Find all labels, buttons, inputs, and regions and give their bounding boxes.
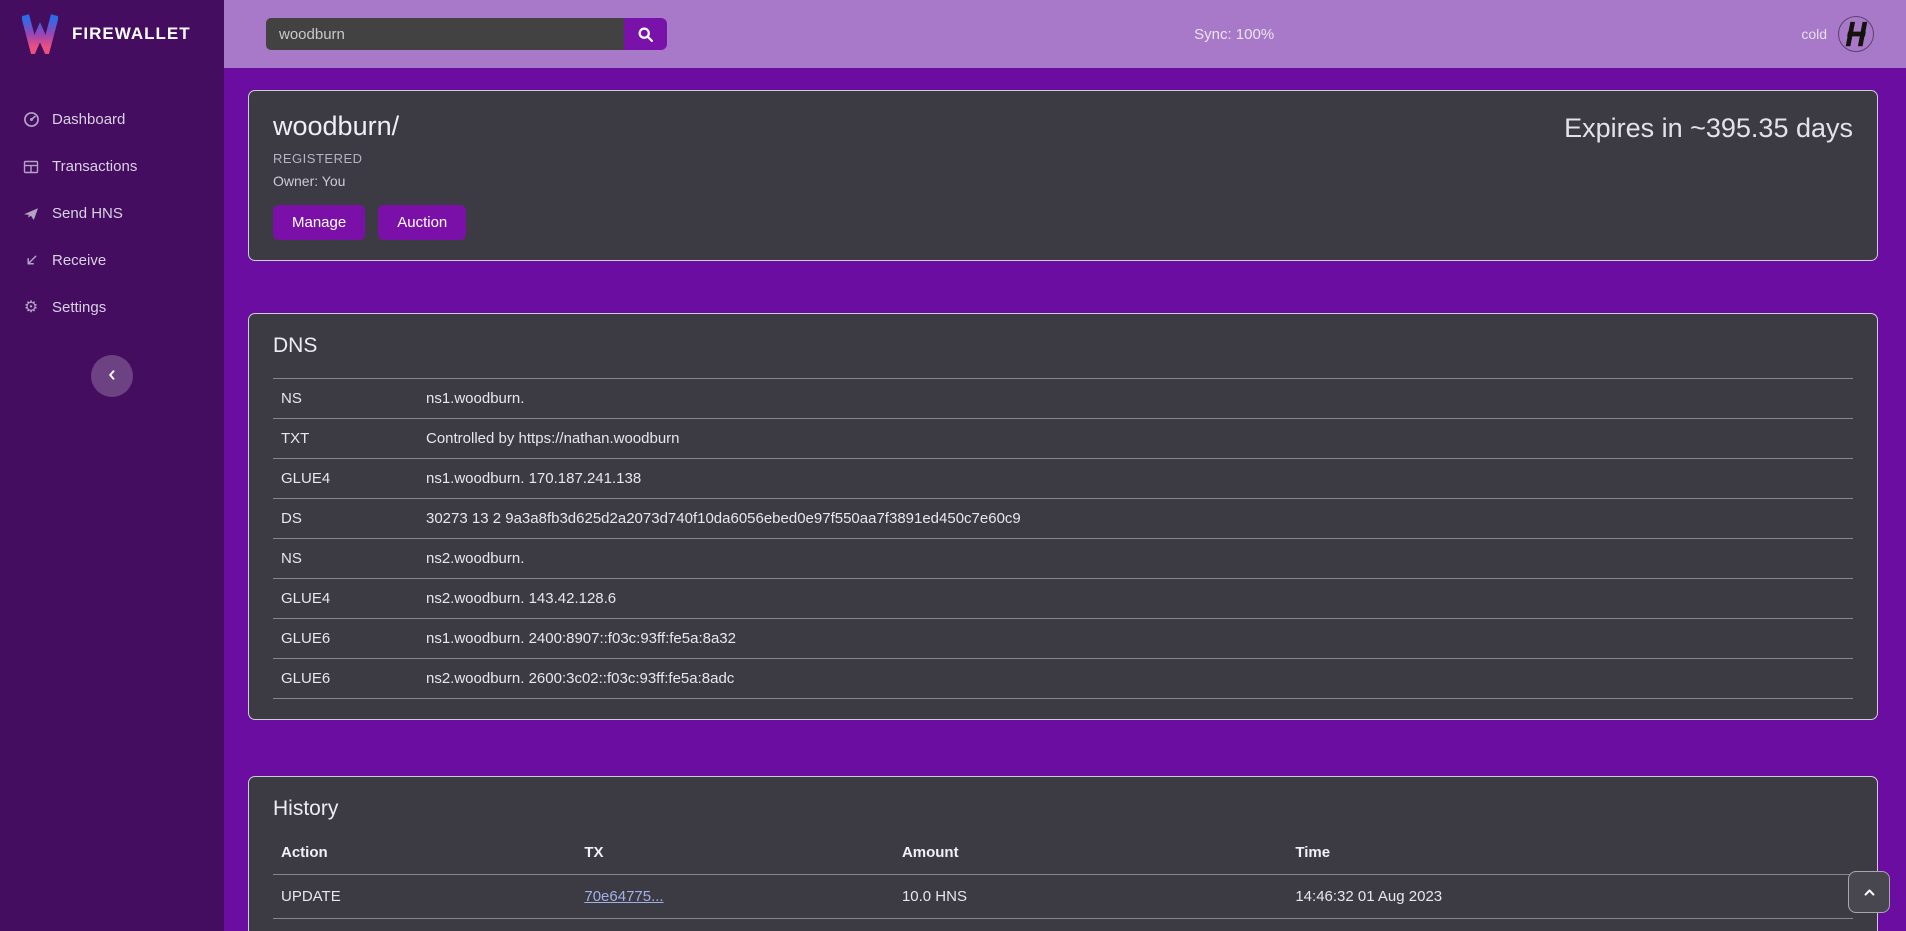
dns-table: NS ns1.woodburn. TXT Controlled by https… xyxy=(273,378,1853,699)
history-amount: 10.0 HNS xyxy=(894,919,1287,931)
sync-status: Sync: 100% xyxy=(667,26,1801,43)
dns-record-type: DS xyxy=(273,499,418,539)
dns-record-row: NS ns1.woodburn. xyxy=(273,379,1853,419)
dns-record-type: GLUE6 xyxy=(273,619,418,659)
dns-record-value: ns2.woodburn. 2600:3c02::f03c:93ff:fe5a:… xyxy=(418,659,1853,699)
dns-record-row: DS 30273 13 2 9a3a8fb3d625d2a2073d740f10… xyxy=(273,499,1853,539)
dns-record-row: GLUE4 ns1.woodburn. 170.187.241.138 xyxy=(273,459,1853,499)
dns-record-row: GLUE4 ns2.woodburn. 143.42.128.6 xyxy=(273,579,1853,619)
sidebar-item-transactions[interactable]: Transactions xyxy=(0,143,224,190)
dns-record-value: ns1.woodburn. xyxy=(418,379,1853,419)
app-title: FIREWALLET xyxy=(72,24,191,44)
wallet-group[interactable]: cold xyxy=(1801,16,1888,52)
history-time: 15:45:06 07 Jul 2023 xyxy=(1287,919,1853,931)
dns-record-type: TXT xyxy=(273,419,418,459)
topbar: Sync: 100% cold xyxy=(224,0,1906,68)
wallet-name: cold xyxy=(1801,26,1827,42)
search-group xyxy=(266,18,667,50)
sidebar-item-label: Dashboard xyxy=(52,111,125,128)
sidebar-item-receive[interactable]: Receive xyxy=(0,237,224,284)
dns-record-value: ns2.woodburn. 143.42.128.6 xyxy=(418,579,1853,619)
sidebar-item-label: Settings xyxy=(52,299,106,316)
main-area: Sync: 100% cold w xyxy=(224,0,1906,931)
dns-title: DNS xyxy=(273,334,1853,358)
domain-actions: Manage Auction xyxy=(273,205,466,240)
dns-record-row: GLUE6 ns2.woodburn. 2600:3c02::f03c:93ff… xyxy=(273,659,1853,699)
history-header-row: Action TX Amount Time xyxy=(273,835,1853,875)
history-row: UPDATE 70e64775... 10.0 HNS 14:46:32 01 … xyxy=(273,875,1853,919)
dns-record-value: ns1.woodburn. 2400:8907::f03c:93ff:fe5a:… xyxy=(418,619,1853,659)
manage-button[interactable]: Manage xyxy=(273,205,365,240)
content: woodburn/ REGISTERED Owner: You Manage A… xyxy=(224,68,1906,931)
dns-record-row: GLUE6 ns1.woodburn. 2400:8907::f03c:93ff… xyxy=(273,619,1853,659)
history-col-amount: Amount xyxy=(894,835,1287,875)
history-action: UPDATE xyxy=(273,875,576,919)
app-logo: FIREWALLET xyxy=(0,0,224,68)
domain-card: woodburn/ REGISTERED Owner: You Manage A… xyxy=(248,90,1878,261)
search-icon xyxy=(637,26,654,43)
sidebar-collapse-button[interactable] xyxy=(91,355,133,397)
dns-record-value: 30273 13 2 9a3a8fb3d625d2a2073d740f10da6… xyxy=(418,499,1853,539)
search-button[interactable] xyxy=(624,18,667,50)
scroll-top-button[interactable] xyxy=(1848,871,1890,913)
receive-icon xyxy=(22,253,40,268)
dns-record-type: GLUE4 xyxy=(273,579,418,619)
history-amount: 10.0 HNS xyxy=(894,875,1287,919)
chevron-left-icon xyxy=(106,369,118,384)
dns-record-row: TXT Controlled by https://nathan.woodbur… xyxy=(273,419,1853,459)
dns-record-value: ns2.woodburn. xyxy=(418,539,1853,579)
history-col-tx: TX xyxy=(576,835,894,875)
domain-info: woodburn/ REGISTERED Owner: You Manage A… xyxy=(273,111,466,240)
sidebar-item-label: Transactions xyxy=(52,158,137,175)
search-input[interactable] xyxy=(266,18,624,50)
dns-record-value: ns1.woodburn. 170.187.241.138 xyxy=(418,459,1853,499)
history-col-action: Action xyxy=(273,835,576,875)
gauge-icon xyxy=(22,111,40,128)
sidebar: FIREWALLET Dashboard Transactions Send H… xyxy=(0,0,224,931)
history-time: 14:46:32 01 Aug 2023 xyxy=(1287,875,1853,919)
history-col-time: Time xyxy=(1287,835,1853,875)
handshake-logo-icon[interactable] xyxy=(1838,16,1874,52)
dns-record-type: GLUE4 xyxy=(273,459,418,499)
dns-record-value: Controlled by https://nathan.woodburn xyxy=(418,419,1853,459)
domain-owner: Owner: You xyxy=(273,173,466,189)
tx-link[interactable]: 70e64775... xyxy=(584,888,663,905)
sidebar-item-settings[interactable]: ⚙ Settings xyxy=(0,284,224,331)
send-icon xyxy=(22,206,40,222)
auction-button[interactable]: Auction xyxy=(378,205,466,240)
domain-name: woodburn/ xyxy=(273,111,466,142)
dns-record-type: GLUE6 xyxy=(273,659,418,699)
dns-record-type: NS xyxy=(273,539,418,579)
dns-record-row: NS ns2.woodburn. xyxy=(273,539,1853,579)
firewallet-logo-icon xyxy=(22,14,58,54)
app-window: FIREWALLET Dashboard Transactions Send H… xyxy=(0,0,1906,931)
domain-expiry: Expires in ~395.35 days xyxy=(1564,113,1853,144)
history-title: History xyxy=(273,797,1853,821)
sidebar-item-label: Receive xyxy=(52,252,106,269)
sidebar-item-dashboard[interactable]: Dashboard xyxy=(0,96,224,143)
sidebar-item-send-hns[interactable]: Send HNS xyxy=(0,190,224,237)
history-row: RENEW d72e5c... 10.0 HNS 15:45:06 07 Jul… xyxy=(273,919,1853,931)
history-card: History Action TX Amount Time UPDATE xyxy=(248,776,1878,931)
history-table: Action TX Amount Time UPDATE 70e64775...… xyxy=(273,835,1853,931)
history-action: RENEW xyxy=(273,919,576,931)
dns-card: DNS NS ns1.woodburn. TXT Controlled by h… xyxy=(248,313,1878,720)
sidebar-nav: Dashboard Transactions Send HNS Receive xyxy=(0,96,224,331)
gear-icon: ⚙ xyxy=(22,300,40,316)
domain-status-badge: REGISTERED xyxy=(273,151,466,166)
chevron-up-icon xyxy=(1862,885,1877,900)
dns-record-type: NS xyxy=(273,379,418,419)
sidebar-item-label: Send HNS xyxy=(52,205,123,222)
table-icon xyxy=(22,159,40,175)
